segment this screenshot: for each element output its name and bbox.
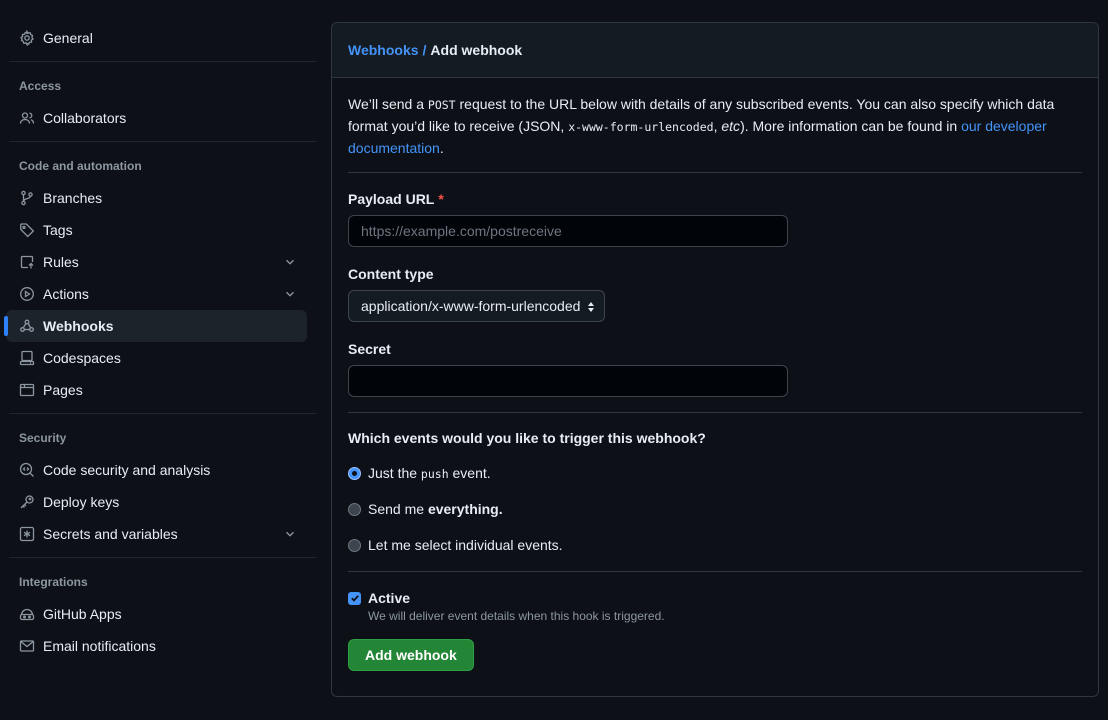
chevron-down-icon[interactable]: [283, 527, 297, 541]
divider: [348, 412, 1082, 413]
sidebar-divider: [9, 141, 316, 142]
event-option-label: Send me everything.: [368, 501, 503, 517]
content-type-label: Content type: [348, 266, 434, 282]
sidebar-item-rules[interactable]: Rules: [6, 246, 307, 278]
sidebar-item-label: Actions: [43, 286, 89, 302]
codespaces-icon: [19, 350, 35, 366]
payload-url-label: Payload URL *: [348, 191, 444, 207]
sidebar-item-label: Rules: [43, 254, 79, 270]
content-type-select[interactable]: application/x-www-form-urlencoded: [348, 290, 606, 322]
sidebar-divider: [9, 61, 316, 62]
sidebar-item-label: General: [43, 30, 93, 46]
sidebar-item-actions[interactable]: Actions: [6, 278, 307, 310]
radio-everything[interactable]: [348, 502, 361, 516]
breadcrumb-webhooks-link[interactable]: Webhooks: [348, 42, 419, 58]
play-icon: [19, 286, 35, 302]
sidebar-item-branches[interactable]: Branches: [6, 182, 307, 214]
sidebar-item-tags[interactable]: Tags: [6, 214, 307, 246]
sidebar-item-label: GitHub Apps: [43, 606, 122, 622]
sidebar-item-label: Code security and analysis: [43, 462, 211, 478]
event-option-individual[interactable]: Let me select individual events.: [348, 535, 1082, 555]
sidebar-item-label: Webhooks: [43, 318, 114, 334]
sidebar-divider: [9, 557, 316, 558]
sidebar-item-secrets[interactable]: Secrets and variables: [6, 518, 307, 550]
key-icon: [19, 494, 35, 510]
sidebar-item-collaborators[interactable]: Collaborators: [6, 102, 307, 134]
section-title-security: Security: [19, 431, 67, 445]
branch-icon: [19, 190, 35, 206]
active-toggle[interactable]: Active: [348, 588, 1082, 608]
radio-push[interactable]: [348, 466, 361, 480]
add-webhook-panel: Webhooks / Add webhook We’ll send a POST…: [331, 22, 1099, 697]
content-type-value: application/x-www-form-urlencoded: [361, 298, 581, 314]
events-question: Which events would you like to trigger t…: [348, 430, 706, 446]
sidebar-item-label: Tags: [43, 222, 73, 238]
add-webhook-button[interactable]: Add webhook: [348, 639, 474, 671]
mail-icon: [19, 638, 35, 654]
gear-icon: [19, 30, 35, 46]
breadcrumb-separator: /: [422, 42, 427, 58]
sidebar-item-email-notifications[interactable]: Email notifications: [6, 630, 307, 662]
sidebar-divider: [9, 413, 316, 414]
event-option-label: Let me select individual events.: [368, 537, 563, 553]
secret-group: Secret: [348, 341, 1082, 397]
active-note: We will deliver event details when this …: [368, 609, 665, 623]
select-arrows-icon: [588, 302, 595, 312]
active-label: Active: [368, 590, 411, 606]
sidebar-item-pages[interactable]: Pages: [6, 374, 307, 406]
sidebar-item-general[interactable]: General: [6, 22, 307, 54]
tag-icon: [19, 222, 35, 238]
apps-icon: [19, 606, 35, 622]
intro-text: We’ll send a POST request to the URL bel…: [348, 96, 1055, 156]
sidebar-item-label: Secrets and variables: [43, 526, 178, 542]
secret-label: Secret: [348, 341, 391, 357]
browser-icon: [19, 382, 35, 398]
required-asterisk: *: [438, 191, 444, 207]
chevron-down-icon[interactable]: [283, 287, 297, 301]
asterisk-icon: [19, 526, 35, 542]
chevron-down-icon[interactable]: [283, 255, 297, 269]
payload-url-input[interactable]: [348, 215, 788, 247]
breadcrumb: Webhooks / Add webhook: [332, 23, 1098, 78]
divider: [348, 571, 1082, 572]
sidebar-item-label: Pages: [43, 382, 83, 398]
post-code: POST: [427, 98, 456, 112]
secret-input[interactable]: [348, 365, 788, 397]
urlencoded-code: x-www-form-urlencoded: [568, 120, 714, 134]
sidebar-item-label: Email notifications: [43, 638, 156, 654]
section-title-integrations: Integrations: [19, 575, 88, 589]
sidebar-item-codespaces[interactable]: Codespaces: [6, 342, 307, 374]
sidebar-item-label: Collaborators: [43, 110, 127, 126]
event-option-label: Just the push event.: [368, 465, 491, 481]
people-icon: [19, 110, 35, 126]
sidebar-item-github-apps[interactable]: GitHub Apps: [6, 598, 307, 630]
sidebar-item-deploy-keys[interactable]: Deploy keys: [6, 486, 307, 518]
event-option-everything[interactable]: Send me everything.: [348, 499, 1082, 519]
event-option-push[interactable]: Just the push event.: [348, 463, 1082, 483]
webhook-icon: [19, 318, 35, 334]
content-type-group: Content type application/x-www-form-urle…: [348, 266, 1082, 322]
check-icon: [350, 595, 359, 602]
rules-icon: [19, 254, 35, 270]
active-checkbox[interactable]: [348, 591, 361, 605]
divider: [348, 172, 1082, 173]
radio-individual[interactable]: [348, 538, 361, 552]
section-title-code-automation: Code and automation: [19, 159, 142, 173]
codescan-icon: [19, 462, 35, 478]
sidebar-item-code-security[interactable]: Code security and analysis: [6, 454, 307, 486]
sidebar-item-label: Deploy keys: [43, 494, 120, 510]
payload-url-group: Payload URL *: [348, 191, 1082, 247]
sidebar-item-label: Branches: [43, 190, 103, 206]
page-title: Add webhook: [430, 42, 523, 58]
section-title-access: Access: [19, 79, 62, 93]
sidebar-item-label: Codespaces: [43, 350, 121, 366]
sidebar-item-webhooks[interactable]: Webhooks: [4, 310, 307, 342]
